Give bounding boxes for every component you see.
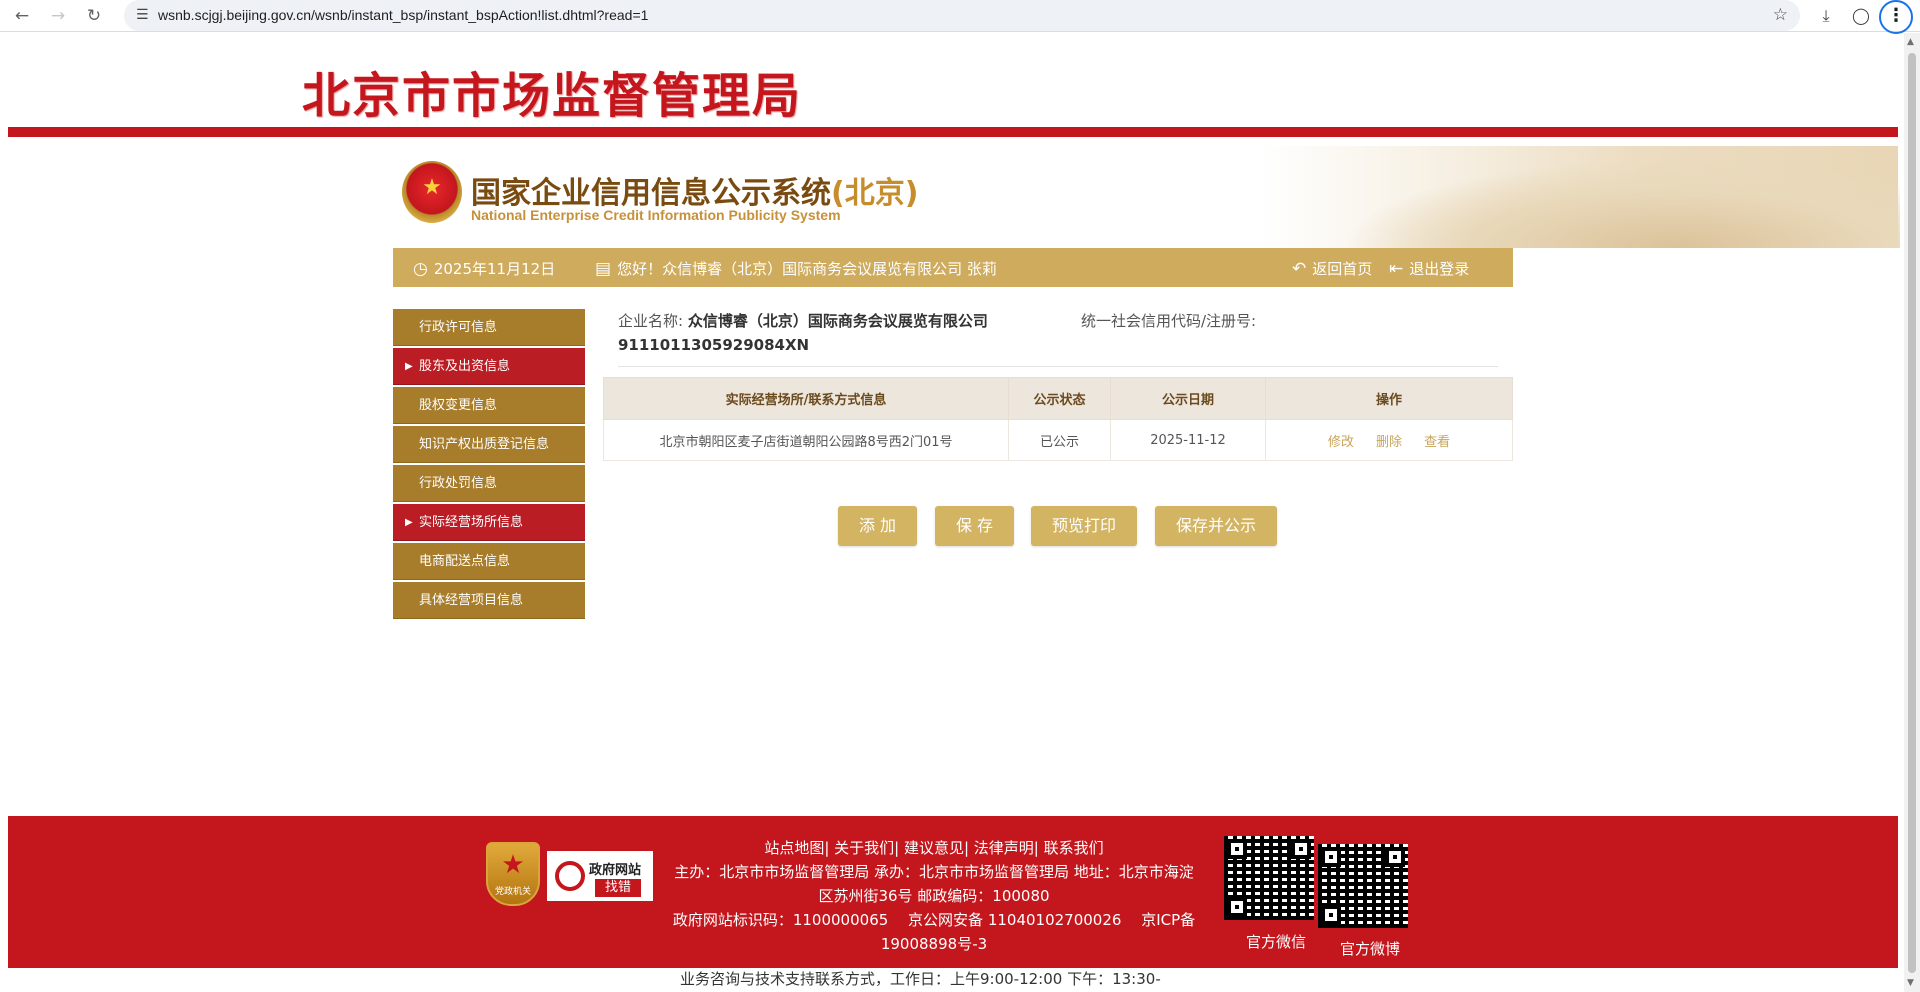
party-emblem-icon: ★ — [501, 850, 525, 880]
footer-id-line: 政府网站标识码：1100000065 京公网安备 11040102700026 … — [672, 911, 1196, 953]
table-header-row: 实际经营场所/联系方式信息 公示状态 公示日期 操作 — [603, 377, 1513, 420]
scroll-up-icon[interactable]: ▲ — [1907, 37, 1914, 47]
home-link-label[interactable]: 返回首页 — [1312, 260, 1372, 278]
company-name-value: 众信博睿（北京）国际商务会议展览有限公司 — [687, 312, 988, 330]
column-header: 公示日期 — [1110, 377, 1266, 420]
sidebar-item-shareholders[interactable]: ▶ 股东及出资信息 — [393, 348, 585, 385]
sidebar-item-label[interactable]: 知识产权出质登记信息 — [419, 437, 549, 452]
sidebar-item-ecommerce-delivery[interactable]: 电商配送点信息 — [393, 543, 585, 580]
delete-link[interactable]: 删除 — [1376, 435, 1402, 450]
system-title-region: (北京) — [831, 176, 919, 211]
column-header: 操作 — [1265, 377, 1513, 420]
browser-toolbar: ← → ↻ ☰ wsnb.scjgj.beijing.gov.cn/wsnb/i… — [0, 0, 1920, 34]
sidebar-item-label[interactable]: 股权变更信息 — [419, 398, 497, 413]
sidebar-item-ip-pledge[interactable]: 知识产权出质登记信息 — [393, 426, 585, 463]
add-button[interactable]: 添 加 — [838, 506, 917, 546]
clock-icon: ◷ — [413, 259, 428, 279]
site-info-icon[interactable]: ☰ — [136, 7, 149, 23]
left-nav: 行政许可信息 ▶ 股东及出资信息 股权变更信息 知识产权出质登记信息 行政处罚信… — [393, 309, 585, 621]
home-link[interactable]: ↶ 返回首页 — [1292, 258, 1372, 279]
system-subtitle: National Enterprise Credit Information P… — [471, 207, 841, 223]
bureau-title: 北京市市场监督管理局 — [302, 68, 803, 124]
credit-code-label: 统一社会信用代码/注册号: — [1081, 312, 1257, 330]
bookmark-star-icon[interactable]: ☆ — [1773, 5, 1788, 25]
sidebar-item-admin-penalty[interactable]: 行政处罚信息 — [393, 465, 585, 502]
gov-badge-line2: 找错 — [595, 879, 642, 897]
back-arrow-icon[interactable]: ← — [10, 4, 34, 28]
greeting-text: 您好！众信博睿（北京）国际商务会议展览有限公司 张莉 — [617, 260, 997, 278]
company-info: 企业名称: 众信博睿（北京）国际商务会议展览有限公司 统一社会信用代码/注册号:… — [618, 309, 1498, 354]
status-cell: 已公示 — [1008, 419, 1111, 461]
sidebar-item-label[interactable]: 股东及出资信息 — [419, 359, 510, 374]
gov-site-report-badge[interactable]: 政府网站 找错 — [545, 849, 655, 903]
return-arrow-icon: ↶ — [1292, 259, 1307, 279]
footer-text: 站点地图| 关于我们| 建议意见| 法律声明| 联系我们 主办：北京市市场监督管… — [668, 836, 1200, 956]
party-badge-text: 党政机关 — [494, 887, 531, 897]
scrollbar-thumb[interactable] — [1908, 53, 1916, 973]
national-emblem-icon: ★ — [402, 161, 462, 223]
sidebar-item-equity-change[interactable]: 股权变更信息 — [393, 387, 585, 424]
table-row: 北京市朝阳区麦子店街道朝阳公园路8号西2门01号 已公示 2025-11-12 … — [603, 419, 1513, 461]
address-cell: 北京市朝阳区麦子店街道朝阳公园路8号西2门01号 — [603, 419, 1009, 461]
view-link[interactable]: 查看 — [1424, 435, 1450, 450]
date-display: ◷ 2025年11月12日 — [413, 258, 555, 279]
caret-right-icon: ▶ — [405, 361, 413, 372]
download-icon[interactable]: ⤓ — [1814, 4, 1838, 28]
sidebar-item-label[interactable]: 具体经营项目信息 — [419, 593, 523, 608]
sidebar-item-admin-license[interactable]: 行政许可信息 — [393, 309, 585, 346]
sidebar-item-label[interactable]: 电商配送点信息 — [419, 554, 510, 569]
address-bar[interactable]: ☰ wsnb.scjgj.beijing.gov.cn/wsnb/instant… — [124, 0, 1800, 31]
credit-code-value: 9111011305929084XN — [618, 336, 810, 354]
save-button[interactable]: 保 存 — [935, 506, 1014, 546]
logout-icon: ⇤ — [1389, 259, 1404, 279]
logout-link-label[interactable]: 退出登录 — [1409, 260, 1469, 278]
sidebar-item-business-projects[interactable]: 具体经营项目信息 — [393, 582, 585, 619]
greeting: ▤ 您好！众信博睿（北京）国际商务会议展览有限公司 张莉 — [595, 258, 997, 279]
scroll-down-icon[interactable]: ▼ — [1907, 978, 1914, 988]
logout-link[interactable]: ⇤ 退出登录 — [1389, 258, 1469, 279]
premises-table: 实际经营场所/联系方式信息 公示状态 公示日期 操作 北京市朝阳区麦子店街道朝阳… — [603, 377, 1513, 461]
info-bar: ◷ 2025年11月12日 ▤ 您好！众信博睿（北京）国际商务会议展览有限公司 张莉… — [393, 248, 1513, 287]
url-text[interactable]: wsnb.scjgj.beijing.gov.cn/wsnb/instant_b… — [158, 7, 648, 23]
page-scrollbar[interactable]: ▲ ▼ — [1904, 33, 1920, 992]
gov-badge-line1: 政府网站 — [589, 863, 642, 878]
weibo-label: 官方微博 — [1340, 940, 1401, 958]
system-title: 国家企业信用信息公示系统(北京) — [471, 168, 918, 212]
column-header: 实际经营场所/联系方式信息 — [603, 377, 1009, 420]
wechat-qr-code — [1224, 836, 1314, 920]
footer-host-line: 主办：北京市市场监督管理局 承办：北京市市场监督管理局 地址：北京市海淀区苏州街… — [674, 863, 1194, 905]
company-name-label: 企业名称: — [618, 312, 684, 330]
forward-arrow-icon[interactable]: → — [46, 4, 70, 28]
edit-link[interactable]: 修改 — [1328, 435, 1354, 450]
footer-links[interactable]: 站点地图| 关于我们| 建议意见| 法律声明| 联系我们 — [668, 836, 1200, 860]
column-header: 公示状态 — [1008, 377, 1111, 420]
caret-right-icon: ▶ — [405, 517, 413, 528]
site-footer: ★ 党政机关 政府网站 找错 站点地图| 关于我们| 建议意见| 法律声明| 联… — [8, 816, 1898, 968]
sidebar-item-label[interactable]: 行政处罚信息 — [419, 476, 497, 491]
sidebar-item-label[interactable]: 实际经营场所信息 — [419, 515, 523, 530]
header-red-bar — [8, 127, 1898, 137]
profile-icon[interactable]: ◯ — [1849, 4, 1873, 28]
save-and-publish-button[interactable]: 保存并公示 — [1155, 506, 1277, 546]
reload-icon[interactable]: ↻ — [82, 4, 106, 28]
actions-cell: 修改 删除 查看 — [1265, 419, 1513, 461]
kebab-menu-icon[interactable]: ⋮ — [1879, 0, 1913, 34]
wechat-label: 官方微信 — [1246, 933, 1307, 951]
magnifier-icon — [555, 861, 585, 891]
mountain-banner-image — [1260, 146, 1900, 248]
content-divider — [618, 366, 1498, 367]
date-text: 2025年11月12日 — [433, 260, 556, 278]
sidebar-item-label[interactable]: 行政许可信息 — [419, 320, 497, 335]
user-badge-icon: ▤ — [595, 259, 612, 279]
sidebar-item-business-premises[interactable]: ▶ 实际经营场所信息 — [393, 504, 585, 541]
weibo-qr-code — [1318, 844, 1408, 928]
date-cell: 2025-11-12 — [1110, 419, 1266, 461]
support-contact-line: 业务咨询与技术支持联系方式，工作日：上午9:00-12:00 下午：13:30- — [680, 970, 1161, 988]
system-title-main: 国家企业信用信息公示系统 — [471, 176, 831, 211]
preview-print-button[interactable]: 预览打印 — [1031, 506, 1137, 546]
party-govt-badge[interactable]: ★ 党政机关 — [486, 842, 540, 906]
